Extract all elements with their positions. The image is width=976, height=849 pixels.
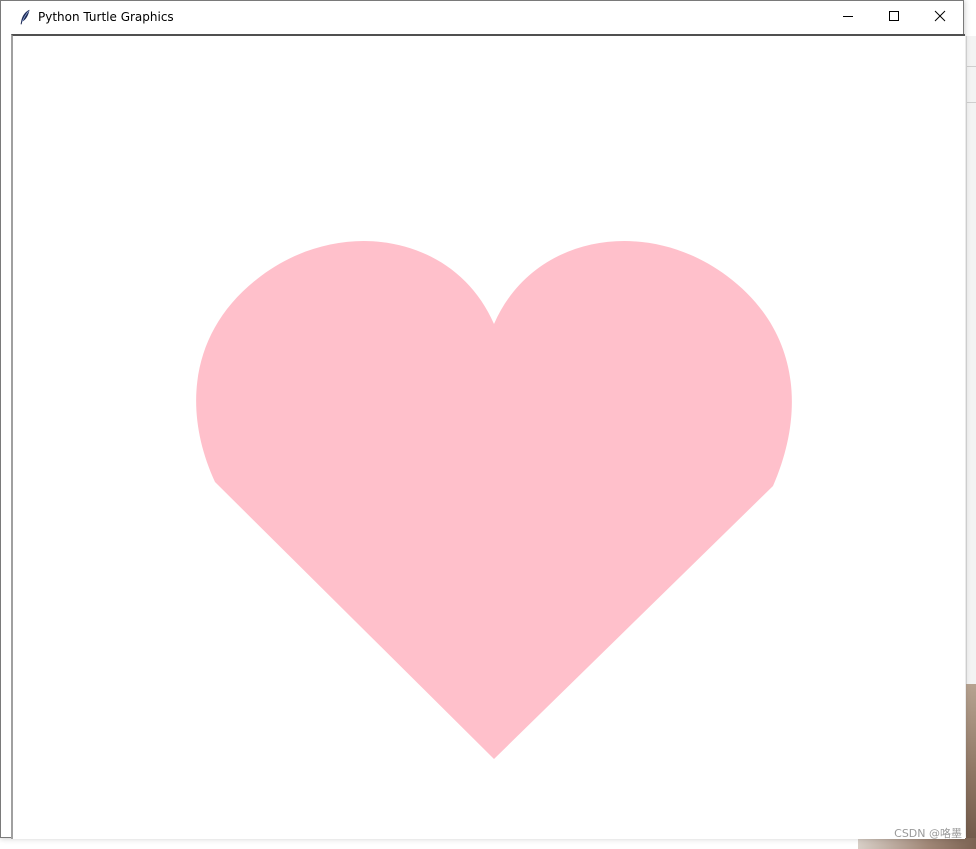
feather-icon[interactable]	[18, 8, 32, 26]
background-photo	[966, 684, 976, 849]
heart-shape	[196, 241, 792, 760]
close-icon	[934, 10, 946, 22]
maximize-icon	[889, 11, 899, 21]
minimize-icon	[843, 16, 853, 17]
desktop: Python Turtle Graphics CSDN @咯墨	[0, 0, 976, 849]
caption-buttons	[825, 1, 963, 31]
turtle-window: Python Turtle Graphics	[0, 0, 965, 839]
background-divider	[967, 102, 976, 103]
background-divider	[967, 66, 976, 67]
close-button[interactable]	[917, 1, 963, 31]
window-title: Python Turtle Graphics	[38, 9, 174, 24]
watermark: CSDN @咯墨	[894, 827, 962, 840]
turtle-canvas[interactable]	[11, 34, 965, 839]
canvas-drawing	[196, 241, 792, 760]
maximize-button[interactable]	[871, 1, 917, 31]
minimize-button[interactable]	[825, 1, 871, 31]
title-bar[interactable]: Python Turtle Graphics	[1, 1, 963, 32]
